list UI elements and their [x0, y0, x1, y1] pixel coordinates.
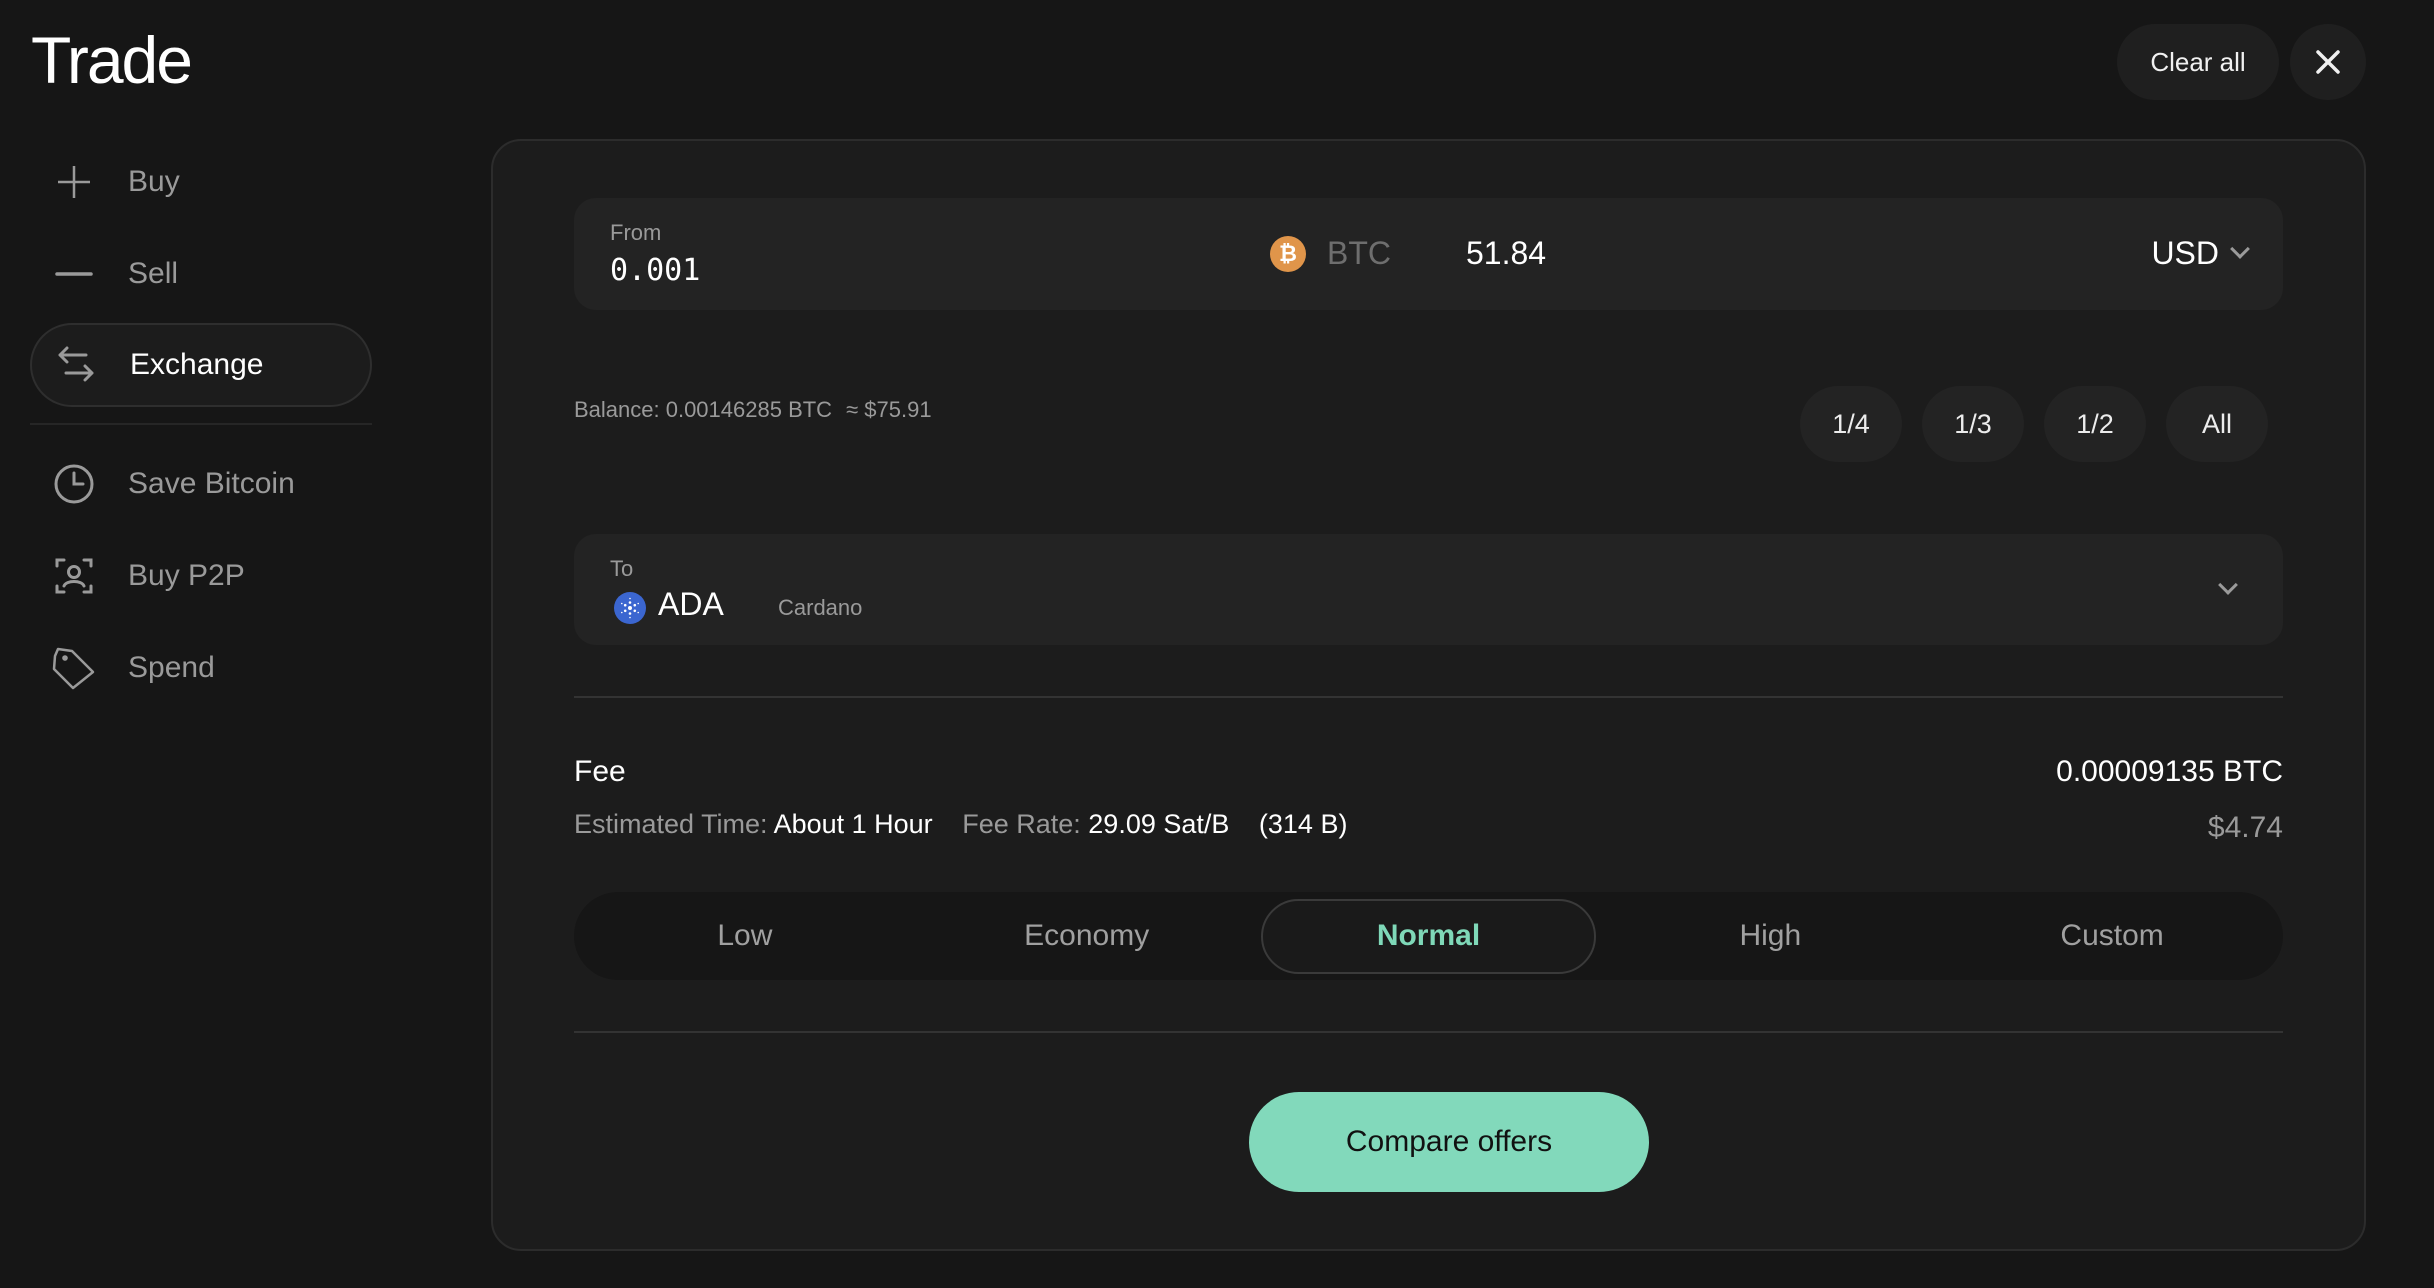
fee-rate-label: Fee Rate:	[962, 809, 1081, 839]
from-field: From ₿ BTC 51.84 USD	[574, 198, 2283, 310]
sidebar-item-save-bitcoin[interactable]: Save Bitcoin	[30, 442, 372, 526]
clear-all-button[interactable]: Clear all	[2117, 24, 2279, 100]
user-scan-icon	[52, 554, 96, 598]
fraction-quarter-button[interactable]: 1/4	[1800, 386, 1902, 462]
divider	[574, 1031, 2283, 1033]
balance-text: Balance: 0.00146285 BTC	[574, 397, 833, 422]
sidebar-item-exchange[interactable]: Exchange	[30, 323, 372, 407]
sidebar-item-label: Buy	[128, 165, 180, 198]
cardano-icon	[614, 592, 646, 624]
estimated-time-label: Estimated Time:	[574, 809, 768, 839]
fee-details: Estimated Time: About 1 Hour Fee Rate: 2…	[574, 809, 1347, 840]
sidebar-item-label: Spend	[128, 651, 215, 684]
sidebar-item-buy[interactable]: Buy	[30, 140, 372, 224]
sidebar-item-buy-p2p[interactable]: Buy P2P	[30, 534, 372, 618]
fiat-currency-code: USD	[2151, 234, 2219, 271]
from-currency: BTC	[1327, 235, 1391, 271]
fraction-half-button[interactable]: 1/2	[2044, 386, 2146, 462]
close-button[interactable]	[2290, 24, 2366, 100]
swap-arrows-icon	[54, 343, 98, 387]
to-name: Cardano	[778, 595, 863, 620]
fiat-currency-select[interactable]: USD	[2151, 228, 2250, 278]
to-field[interactable]: To ADA Cardano	[574, 534, 2283, 645]
sidebar-item-label: Exchange	[130, 348, 264, 381]
sidebar-divider	[30, 423, 372, 425]
sidebar-item-label: Buy P2P	[128, 559, 245, 592]
sidebar-item-sell[interactable]: Sell	[30, 232, 372, 316]
tag-icon	[52, 646, 96, 690]
clock-icon	[52, 462, 96, 506]
from-amount-input[interactable]	[610, 253, 910, 288]
from-label: From	[610, 220, 662, 245]
fee-level-high[interactable]: High	[1602, 899, 1938, 974]
balance-fiat: ≈ $75.91	[846, 397, 932, 422]
minus-icon	[52, 252, 96, 296]
fee-level-economy[interactable]: Economy	[919, 899, 1255, 974]
fee-level-normal[interactable]: Normal	[1260, 898, 1597, 974]
chevron-down-icon	[2230, 239, 2250, 259]
sidebar-item-spend[interactable]: Spend	[30, 626, 372, 710]
fraction-all-button[interactable]: All	[2166, 386, 2268, 462]
chevron-down-icon	[2218, 575, 2238, 595]
bitcoin-icon: ₿	[1270, 236, 1306, 272]
compare-offers-button[interactable]: Compare offers	[1249, 1092, 1649, 1192]
sidebar-item-label: Sell	[128, 257, 179, 290]
sidebar-item-label: Save Bitcoin	[128, 467, 295, 500]
balance-info: Balance: 0.00146285 BTC ≈ $75.91	[574, 397, 932, 423]
divider	[574, 696, 2283, 698]
to-symbol: ADA	[658, 586, 724, 622]
close-icon	[2316, 50, 2340, 74]
estimated-time-value: About 1 Hour	[773, 809, 933, 839]
plus-icon	[52, 160, 96, 204]
fiat-value: 51.84	[1466, 235, 1547, 271]
fraction-third-button[interactable]: 1/3	[1922, 386, 2024, 462]
fee-level-low[interactable]: Low	[577, 899, 913, 974]
fee-amount-usd: $4.74	[2207, 811, 2283, 844]
to-label: To	[610, 556, 634, 581]
to-dropdown-toggle[interactable]	[2213, 574, 2243, 604]
fee-title: Fee	[574, 755, 626, 788]
fee-level-custom[interactable]: Custom	[1944, 899, 2280, 974]
tx-size: (314 B)	[1258, 809, 1348, 839]
fee-rate-value: 29.09 Sat/B	[1088, 809, 1230, 839]
fee-amount-btc: 0.00009135 BTC	[2056, 755, 2283, 788]
page-title: Trade	[31, 23, 193, 97]
fee-level-selector: Low Economy Normal High Custom	[574, 892, 2283, 980]
